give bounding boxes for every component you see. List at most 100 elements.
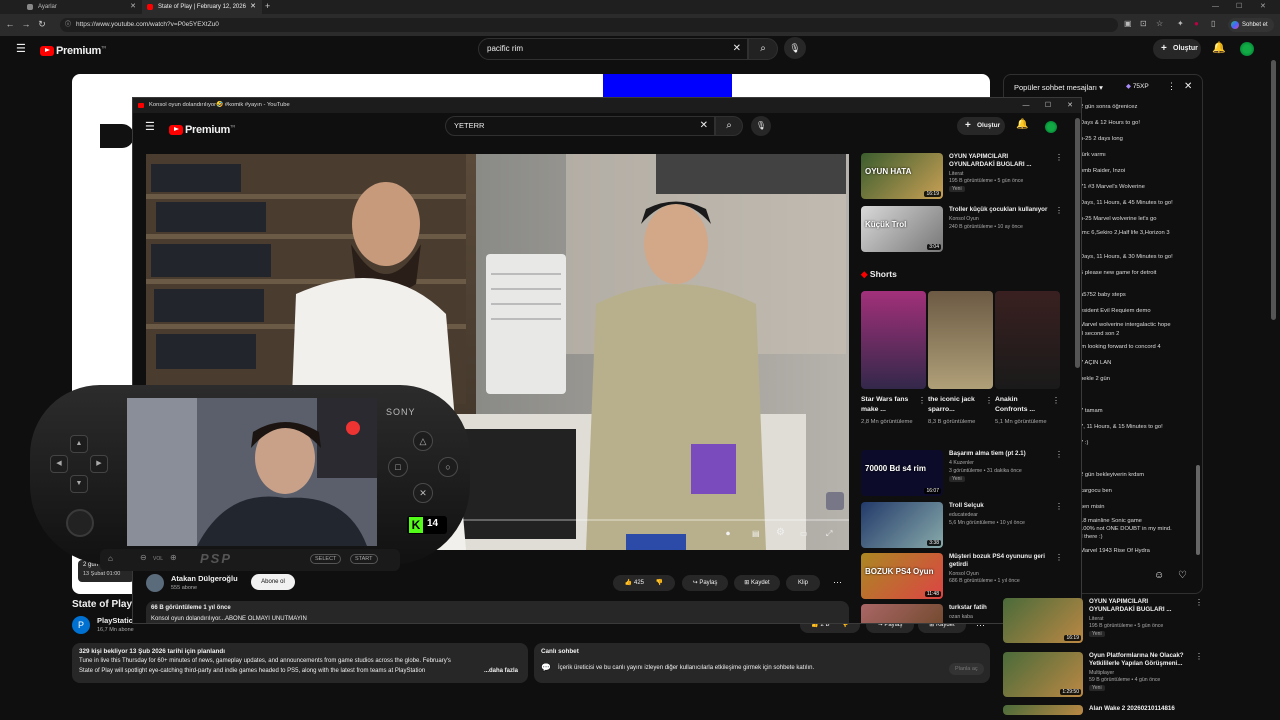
video-thumbnail[interactable] <box>861 604 943 623</box>
vol-down-icon[interactable]: ⊖ <box>140 553 147 562</box>
cross-button-icon[interactable]: ✕ <box>413 483 433 503</box>
video-title[interactable]: Troller küçük çocukları kullanıyor <box>949 206 1049 214</box>
create-button[interactable]: + Oluştur <box>1153 39 1201 59</box>
video-thumbnail[interactable]: 1:29:50 <box>1003 652 1083 697</box>
minimize-icon[interactable]: — <box>1212 0 1219 13</box>
close-icon[interactable]: ✕ <box>130 0 136 14</box>
new-tab-button[interactable]: + <box>265 0 270 13</box>
desc-more-link[interactable]: ...daha fazla <box>484 668 518 674</box>
select-button[interactable]: SELECT <box>310 554 342 564</box>
short-thumbnail[interactable] <box>995 291 1060 389</box>
ps-home-icon[interactable]: ⌂ <box>108 554 113 563</box>
video-thumbnail[interactable]: 16:19 <box>1003 598 1083 643</box>
video-channel[interactable]: Multiplayer <box>1089 670 1114 677</box>
chat-scrollbar[interactable] <box>1196 465 1200 555</box>
notifications-bell-icon[interactable]: 🔔 <box>1016 119 1028 130</box>
video-title[interactable]: Alan Wake 2 20260210114816 <box>1089 705 1189 713</box>
short-thumbnail[interactable] <box>861 291 926 389</box>
profile-icon[interactable]: ● <box>1194 19 1199 28</box>
bookmark-star-icon[interactable]: ☆ <box>1156 19 1163 28</box>
translate-icon[interactable]: ▣ <box>1124 19 1132 28</box>
subscribe-button[interactable]: Abone ol <box>251 574 295 590</box>
popup-search-input[interactable]: YETERR ✕ <box>445 116 715 136</box>
tab-settings[interactable]: Ayarlar ✕ <box>22 0 142 14</box>
more-vert-icon[interactable]: ⋮ <box>1167 81 1176 92</box>
popup-description-box[interactable]: 66 B görüntüleme 1 yıl önce Konsol oyun … <box>146 601 849 623</box>
close-window-icon[interactable]: ✕ <box>1059 98 1081 113</box>
more-vert-icon[interactable]: ⋮ <box>1055 502 1063 511</box>
popup-create-button[interactable]: + Oluştur <box>957 117 1005 135</box>
maximize-icon[interactable]: ☐ <box>1236 0 1242 13</box>
short-title[interactable]: the iconic jack sparro... <box>928 395 980 415</box>
save-button[interactable]: ⊞ Kaydet <box>734 575 780 591</box>
main-description-box[interactable]: 329 kişi bekliyor 13 Şub 2026 tarihi içi… <box>72 643 528 683</box>
install-icon[interactable]: ⊡ <box>1140 19 1147 28</box>
analog-stick[interactable] <box>66 509 94 537</box>
clip-button[interactable]: Klip <box>786 575 820 591</box>
video-channel[interactable]: Konsol Oyun <box>949 216 979 223</box>
video-thumbnail[interactable]: BOZUK PS4 Oyun 11:48 <box>861 553 943 599</box>
reload-icon[interactable]: ↻ <box>36 19 48 30</box>
video-thumbnail[interactable] <box>1003 705 1083 715</box>
avatar[interactable] <box>1045 121 1057 133</box>
video-title[interactable]: OYUN YAPIMCILARI OYUNLARDAKİ BUGLARI ... <box>1089 598 1189 614</box>
more-actions-icon[interactable]: ⋯ <box>833 577 842 588</box>
scrollbar[interactable] <box>1271 60 1276 320</box>
more-vert-icon[interactable]: ⋮ <box>1055 153 1063 162</box>
popup-search-button[interactable]: ⌕ <box>715 116 743 136</box>
more-vert-icon[interactable]: ⋮ <box>985 396 993 405</box>
search-button[interactable]: ⌕ <box>748 38 778 60</box>
video-channel[interactable]: 4 Kuzenler <box>949 460 974 467</box>
avatar[interactable] <box>1240 42 1254 56</box>
video-title[interactable]: OYUN YAPIMCILARI OYUNLARDAKİ BUGLARI ... <box>949 153 1049 169</box>
settings-gear-icon[interactable]: ⚙ <box>776 527 785 538</box>
youtube-logo[interactable]: PremiumTR <box>169 121 235 139</box>
channel-avatar[interactable] <box>146 574 164 592</box>
miniplayer-icon[interactable]: ▭ <box>800 529 808 538</box>
more-vert-icon[interactable]: ⋮ <box>1052 396 1060 405</box>
forward-icon[interactable]: → <box>20 19 32 29</box>
short-thumbnail[interactable] <box>928 291 993 389</box>
maximize-icon[interactable]: ☐ <box>1037 98 1059 113</box>
video-channel[interactable]: Konsol Oyun <box>949 571 979 578</box>
share-button[interactable]: ↪ Paylaş <box>682 575 728 591</box>
dislike-icon[interactable]: 👎 <box>656 580 663 586</box>
like-button[interactable]: 👍 425 👎 <box>613 575 675 591</box>
dpad-right-icon[interactable]: ▶ <box>90 455 108 473</box>
more-vert-icon[interactable]: ⋮ <box>1055 553 1063 562</box>
video-channel[interactable]: Literat <box>1089 616 1103 623</box>
emoji-icon[interactable]: ☺ <box>1154 570 1164 581</box>
video-title[interactable]: Müşteri bozuk PS4 oyununu geri getirdi <box>949 553 1049 569</box>
more-vert-icon[interactable]: ⋮ <box>1195 598 1203 607</box>
minimize-icon[interactable]: — <box>1015 98 1037 113</box>
voice-search-button[interactable]: 🎙 <box>784 37 806 59</box>
short-title[interactable]: Anakin Confronts ... <box>995 395 1047 415</box>
more-vert-icon[interactable]: ⋮ <box>1055 450 1063 459</box>
menu-icon[interactable]: ☰ <box>16 42 26 55</box>
dpad-down-icon[interactable]: ▼ <box>70 475 88 493</box>
live-chat-open-button[interactable]: Planla aç <box>949 663 984 675</box>
notifications-bell-icon[interactable]: 🔔 <box>1212 41 1226 54</box>
back-icon[interactable]: ← <box>4 19 16 29</box>
site-info-icon[interactable]: ⓘ <box>65 18 71 32</box>
circle-button-icon[interactable]: ○ <box>438 457 458 477</box>
square-button-icon[interactable]: □ <box>388 457 408 477</box>
video-thumbnail[interactable]: OYUN HATA 16:19 <box>861 153 943 199</box>
video-channel[interactable]: ozan kaba <box>949 614 973 621</box>
vol-up-icon[interactable]: ⊕ <box>170 553 177 562</box>
chat-points-badge[interactable]: ◆ 75XP <box>1126 82 1149 90</box>
popup-voice-search-button[interactable]: 🎙 <box>751 116 771 136</box>
video-title[interactable]: Başarım alma tiem (pt 2.1) <box>949 450 1049 458</box>
youtube-logo[interactable]: PremiumTR <box>40 42 106 60</box>
popup-channel-name[interactable]: Atakan Dülgeroğlu <box>171 574 238 583</box>
search-input[interactable]: pacific rim ✕ <box>478 38 748 60</box>
start-button[interactable]: START <box>350 554 378 564</box>
video-title[interactable]: Oyun Platformlarına Ne Olacak? Yetkilile… <box>1089 652 1189 668</box>
close-icon[interactable]: ✕ <box>250 0 256 14</box>
clear-search-icon[interactable]: ✕ <box>700 117 708 135</box>
video-thumbnail[interactable]: Küçük Trol 3:04 <box>861 206 943 252</box>
video-title[interactable]: Troll Selçuk <box>949 502 1049 510</box>
sidepanel-icon[interactable]: ▯ <box>1211 19 1215 28</box>
extensions-icon[interactable]: ✦ <box>1177 19 1184 28</box>
playstation-avatar-icon[interactable]: P <box>72 616 90 634</box>
